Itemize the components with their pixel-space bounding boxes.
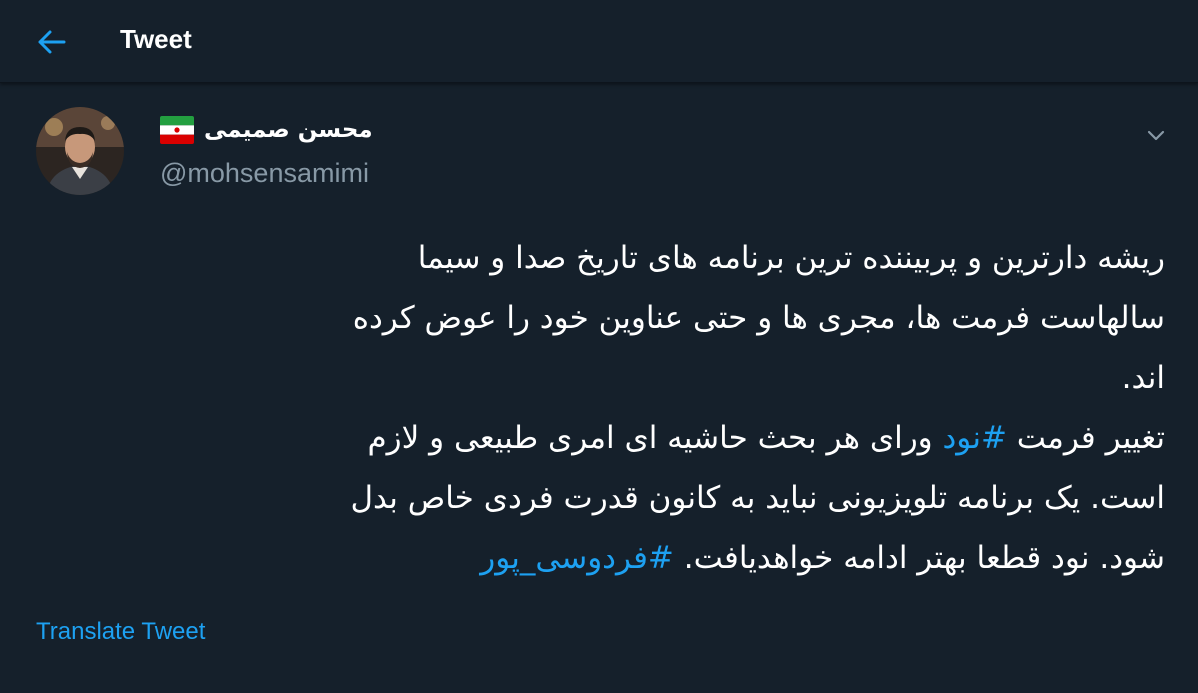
author-display-name: محسن صمیمی (204, 117, 373, 143)
translate-tweet-link[interactable]: Translate Tweet (36, 618, 205, 646)
back-button[interactable] (30, 22, 74, 62)
tweet-text-segment: تغییر فرمت (1006, 420, 1165, 456)
hashtag-link[interactable]: #نود (943, 420, 1007, 456)
tweet-line: ریشه دارترین و پربیننده ترین برنامه های … (417, 240, 1165, 276)
hashtag-link[interactable]: #فردوسی_پور (480, 540, 674, 576)
tweet-line: اند. (1121, 360, 1165, 396)
top-bar: Tweet (0, 0, 1198, 83)
page-title: Tweet (120, 24, 192, 54)
tweet-text: ریشه دارترین و پربیننده ترین برنامه های … (60, 228, 1165, 588)
iran-flag-icon (160, 116, 194, 144)
tweet-text-segment: ورای هر بحث حاشیه ای امری طبیعی و لازم (367, 420, 943, 456)
tweet-line: تغییر فرمت #نود ورای هر بحث حاشیه ای امر… (60, 408, 1165, 468)
author-name-row[interactable]: محسن صمیمی (160, 112, 373, 148)
tweet-text-segment: شود. نود قطعا بهتر ادامه خواهدیافت. (673, 540, 1165, 576)
avatar[interactable] (36, 107, 124, 195)
tweet-line: سالهاست فرمت ها، مجری ها و حتی عناوین خو… (352, 300, 1165, 336)
tweet-line: است. یک برنامه تلویزیونی نباید به کانون … (350, 480, 1165, 516)
arrow-left-icon (38, 30, 66, 54)
tweet-line: شود. نود قطعا بهتر ادامه خواهدیافت. #فرد… (60, 528, 1165, 588)
tweet-menu-button[interactable] (1140, 120, 1172, 152)
chevron-down-icon (1147, 130, 1165, 141)
avatar-image (36, 107, 124, 195)
author-handle[interactable]: @mohsensamimi (160, 158, 369, 189)
